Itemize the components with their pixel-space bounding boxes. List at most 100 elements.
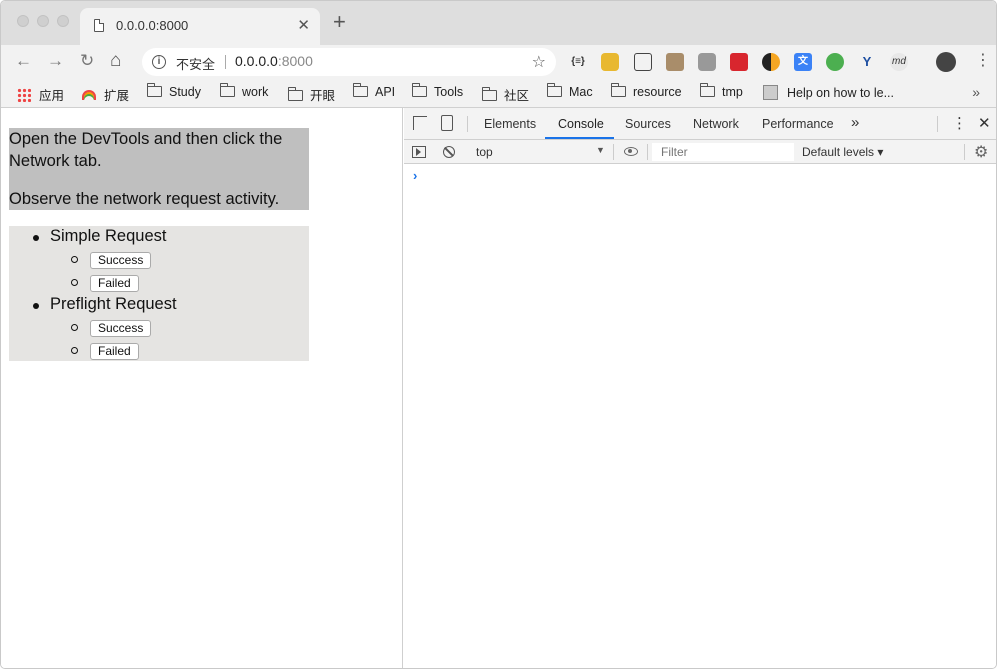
bookmark-help[interactable]: Help on how to le... <box>763 85 894 100</box>
avatar[interactable] <box>936 52 956 72</box>
evernote-icon[interactable] <box>826 53 844 71</box>
image-icon[interactable] <box>666 53 684 71</box>
viewport: Open the DevTools and then click the Net… <box>1 108 996 668</box>
tab-performance[interactable]: Performance <box>762 117 834 131</box>
folder-icon <box>700 83 715 97</box>
translate-icon[interactable]: 文 <box>794 53 812 71</box>
bookmark-label: work <box>242 85 269 99</box>
apps-grid-icon <box>17 88 31 102</box>
folder-icon <box>220 83 235 97</box>
circle-bullet-icon <box>71 324 78 331</box>
bookmark-folder-kaiyan[interactable]: 开眼 <box>288 85 335 104</box>
markdown-icon[interactable]: md <box>890 53 908 71</box>
browser-menu-icon[interactable]: ⋮ <box>975 52 991 70</box>
devtools-close-icon[interactable]: ✕ <box>978 114 991 132</box>
y-icon[interactable]: Y <box>858 53 876 71</box>
more-bookmarks-icon[interactable]: » <box>972 84 980 100</box>
bookmark-label: 开眼 <box>310 89 336 103</box>
json-formatter-icon[interactable]: {≡} <box>569 53 587 71</box>
omnibox[interactable]: i 不安全 0.0.0.0:8000 ☆ <box>142 48 556 76</box>
bookmark-folder-mac[interactable]: Mac <box>547 83 593 99</box>
tab-sources[interactable]: Sources <box>625 117 671 131</box>
browser-tab[interactable]: 0.0.0.0:8000 ✕ <box>80 8 320 45</box>
bookmark-folder-tools[interactable]: Tools <box>412 83 464 99</box>
tab-close-icon[interactable]: ✕ <box>297 16 310 34</box>
book-icon[interactable] <box>730 53 748 71</box>
home-button[interactable]: ⌂ <box>110 51 121 71</box>
zoom-window-button[interactable] <box>57 15 69 27</box>
tab-elements[interactable]: Elements <box>484 117 536 131</box>
active-tab-indicator <box>545 137 614 139</box>
half-moon-icon[interactable] <box>762 53 780 71</box>
back-button[interactable]: ← <box>15 51 32 71</box>
preflight-failed-button[interactable]: Failed <box>90 343 139 360</box>
bullet-icon <box>33 235 39 241</box>
browser-window: 0.0.0.0:8000 ✕ + ← → ↻ ⌂ i 不安全 0.0.0.0:8… <box>0 0 997 669</box>
bookmark-folder-tmp[interactable]: tmp <box>700 83 743 99</box>
eye-icon[interactable] <box>624 147 638 156</box>
url-port: :8000 <box>277 53 313 69</box>
clear-console-icon[interactable] <box>443 146 455 158</box>
bookmark-folder-work[interactable]: work <box>220 83 269 99</box>
context-selector[interactable]: top <box>476 145 493 159</box>
circle-bullet-icon <box>71 347 78 354</box>
circle-bullet-icon <box>71 279 78 286</box>
log-levels-dropdown[interactable]: Default levels ▾ <box>802 145 883 159</box>
inspect-element-icon[interactable] <box>413 116 427 130</box>
folder-icon <box>547 83 562 97</box>
circle-bullet-icon <box>71 256 78 263</box>
bookmarks-bar: 应用 扩展 Study work 开眼 API Tools 社区 Mac res… <box>1 79 996 108</box>
simple-failed-button[interactable]: Failed <box>90 275 139 292</box>
simple-success-button[interactable]: Success <box>90 252 152 269</box>
bookmark-label: Help on how to le... <box>787 86 895 100</box>
bookmark-folder-community[interactable]: 社区 <box>482 85 529 104</box>
tab-console[interactable]: Console <box>558 117 604 131</box>
screenshot-icon[interactable] <box>634 53 652 71</box>
close-window-button[interactable] <box>17 15 29 27</box>
devtools-menu-icon[interactable]: ⋮ <box>952 114 967 132</box>
bookmark-label: Study <box>169 85 201 99</box>
filter-input[interactable] <box>652 143 794 161</box>
console-prompt-icon[interactable]: › <box>413 168 417 183</box>
devtools-tab-bar: Elements Console Sources Network Perform… <box>404 108 996 140</box>
more-tabs-icon[interactable]: » <box>851 114 859 131</box>
intro-box: Open the DevTools and then click the Net… <box>9 128 309 210</box>
reload-button[interactable]: ↻ <box>80 51 94 71</box>
console-sidebar-icon[interactable] <box>412 146 426 158</box>
page-icon <box>763 85 778 100</box>
folder-icon <box>147 83 162 97</box>
bookmark-apps[interactable]: 应用 <box>17 85 64 104</box>
gear-icon[interactable]: ⚙ <box>974 142 988 162</box>
lock-icon[interactable] <box>601 53 619 71</box>
folder-icon <box>611 83 626 97</box>
tab-network[interactable]: Network <box>693 117 739 131</box>
device-toolbar-icon[interactable] <box>441 115 453 131</box>
bookmark-folder-study[interactable]: Study <box>147 83 201 99</box>
intro-text: Open the DevTools and then click the Net… <box>9 130 283 170</box>
security-label[interactable]: 不安全 <box>176 54 215 73</box>
bookmark-label: 扩展 <box>104 89 130 103</box>
bookmark-label: Tools <box>434 85 464 99</box>
bookmark-folder-api[interactable]: API <box>353 83 395 99</box>
forward-button[interactable]: → <box>47 51 64 71</box>
rainbow-icon <box>82 90 96 100</box>
bookmark-label: resource <box>633 85 682 99</box>
bookmark-star-icon[interactable]: ☆ <box>532 52 546 72</box>
info-icon[interactable]: i <box>152 55 166 69</box>
intro-text: Observe the network request activity. <box>9 190 280 208</box>
minimize-window-button[interactable] <box>37 15 49 27</box>
request-list: Simple Request Success Failed Preflight … <box>9 226 309 361</box>
camera-icon[interactable] <box>698 53 716 71</box>
new-tab-button[interactable]: + <box>333 11 346 33</box>
preflight-success-button[interactable]: Success <box>90 320 152 337</box>
bookmark-extensions[interactable]: 扩展 <box>82 85 129 104</box>
url-text[interactable]: 0.0.0.0:8000 <box>235 53 313 69</box>
console-toolbar: top ▼ Default levels ▾ ⚙ <box>404 140 996 164</box>
folder-icon <box>288 87 303 101</box>
bookmark-label: 应用 <box>39 89 65 103</box>
folder-icon <box>482 87 497 101</box>
divider <box>964 144 965 160</box>
chevron-down-icon[interactable]: ▼ <box>596 145 605 155</box>
divider <box>613 144 614 160</box>
bookmark-folder-resource[interactable]: resource <box>611 83 682 99</box>
